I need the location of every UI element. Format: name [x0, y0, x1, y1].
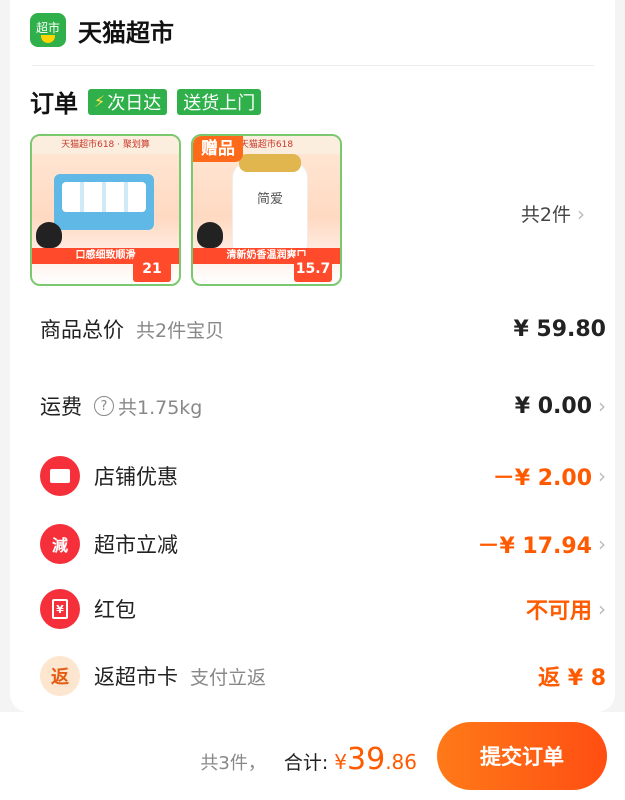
cashback-icon-text: 返 — [51, 667, 69, 688]
discount-icon: 減 — [40, 524, 80, 564]
order-card: 超市 天猫超市 订单 ⚡ 次日达 送货上门 天猫超市618 · 聚划算 口感细致… — [10, 0, 615, 712]
shop-discount-value: －¥ 2.00 — [492, 466, 592, 491]
market-discount-label: 超市立减 — [94, 533, 178, 557]
shop-discount-row[interactable]: 店铺优惠 －¥ 2.00 › — [40, 456, 606, 496]
goods-total-count: 共2件宝贝 — [136, 319, 225, 342]
bottle-brand: 简爱 — [256, 192, 283, 207]
product-thumbnail[interactable]: 天猫超市618 · 聚划算 口感细致顺滑 21 — [30, 134, 181, 286]
gift-badge: 赠品 — [193, 136, 243, 162]
market-discount-value: －¥ 17.94 — [477, 534, 592, 559]
checkout-bar: 共3件， 合计: ¥ 39 .86 提交订单 — [0, 712, 625, 800]
shipping-row[interactable]: 运费 ? 共1.75kg ¥ 0.00 › — [40, 386, 606, 426]
market-discount-value-wrap: －¥ 17.94 › — [477, 528, 606, 560]
chevron-right-icon: › — [577, 201, 585, 226]
goods-total-label: 商品总价 — [40, 318, 124, 342]
goods-total-value: ¥ 59.80 — [513, 316, 606, 342]
total-currency: ¥ — [334, 750, 347, 774]
order-title: 订单 — [30, 90, 78, 118]
tmall-supermarket-logo-icon: 超市 — [30, 13, 66, 47]
shop-discount-value-wrap: －¥ 2.00 › — [493, 460, 606, 492]
red-packet-value: 不可用 — [525, 599, 592, 624]
product-price: 15.7 — [294, 256, 332, 282]
yogurt-bottle-image: 简爱 — [233, 154, 307, 254]
order-total: 共3件， 合计: ¥ 39 .86 — [200, 742, 417, 777]
tmall-cat-icon — [197, 222, 223, 248]
chevron-right-icon: › — [598, 394, 606, 418]
item-count: 共2件 — [520, 204, 571, 226]
red-packet-row[interactable]: ¥ 红包 不可用 › — [40, 589, 606, 629]
shipping-value: ¥ 0.00 — [514, 393, 592, 419]
total-item-count: 共3件， — [200, 753, 266, 774]
help-icon[interactable]: ? — [94, 396, 114, 416]
next-day-tag: ⚡ 次日达 — [88, 88, 168, 115]
cashback-label: 返超市卡 — [94, 665, 178, 689]
total-label: 合计: — [283, 752, 329, 774]
divider — [32, 65, 594, 66]
cashback-value: 返 ¥ 8 — [538, 666, 606, 691]
store-name: 天猫超市 — [78, 18, 174, 47]
door-delivery-tag-label: 送货上门 — [183, 92, 256, 114]
coupon-icon — [40, 456, 80, 496]
red-packet-value-wrap: 不可用 › — [526, 593, 606, 625]
shipping-value-wrap: ¥ 0.00 › — [515, 394, 606, 419]
discount-icon-text: 減 — [51, 536, 68, 555]
door-delivery-tag: 送货上门 — [177, 88, 262, 115]
cashback-icon: 返 — [40, 656, 80, 696]
next-day-tag-label: 次日达 — [107, 92, 162, 114]
yogurt-pack-image — [54, 174, 154, 230]
lightning-icon: ⚡ — [94, 92, 106, 111]
goods-total-row: 商品总价 共2件宝贝 ¥ 59.80 — [40, 309, 606, 349]
chevron-right-icon: › — [598, 597, 606, 621]
product-price: 21 — [133, 256, 171, 282]
red-packet-label: 红包 — [94, 598, 136, 622]
red-packet-icon: ¥ — [40, 589, 80, 629]
product-banner: 天猫超市618 · 聚划算 — [32, 136, 179, 154]
total-amount-decimal: .86 — [385, 750, 417, 774]
chevron-right-icon: › — [598, 464, 606, 488]
tmall-cat-icon — [36, 222, 62, 248]
total-amount-integer: 39 — [347, 742, 386, 777]
cashback-note: 支付立返 — [190, 666, 267, 689]
market-discount-row[interactable]: 減 超市立减 －¥ 17.94 › — [40, 524, 606, 564]
product-thumbnail[interactable]: 赠品 天猫超市618 简爱 清新奶香温润爽口 15.7 — [191, 134, 342, 286]
chevron-right-icon: › — [598, 532, 606, 556]
shipping-label: 运费 — [40, 395, 82, 419]
order-header: 订单 ⚡ 次日达 送货上门 — [30, 84, 262, 119]
store-header[interactable]: 超市 天猫超市 — [30, 10, 174, 50]
red-packet-icon-text: ¥ — [52, 599, 68, 619]
cashback-card-row: 返 返超市卡 支付立返 返 ¥ 8 — [40, 656, 606, 696]
product-thumbnails[interactable]: 天猫超市618 · 聚划算 口感细致顺滑 21 赠品 天猫超市618 简爱 清新… — [30, 134, 342, 286]
shipping-weight: 共1.75kg — [118, 396, 203, 419]
submit-order-button[interactable]: 提交订单 — [437, 722, 607, 790]
shop-discount-label: 店铺优惠 — [94, 465, 178, 489]
item-count-link[interactable]: 共2件 › — [521, 200, 585, 227]
